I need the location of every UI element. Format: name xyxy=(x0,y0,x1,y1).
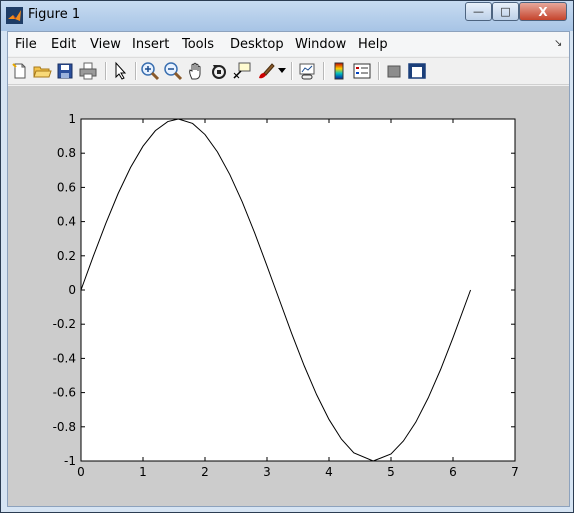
link-plot-icon[interactable] xyxy=(297,61,317,81)
y-tick-label: -0.6 xyxy=(53,386,76,400)
window-title: Figure 1 xyxy=(28,7,81,22)
x-tick-label: 2 xyxy=(201,465,209,479)
menu-desktop[interactable]: Desktop xyxy=(230,37,284,52)
x-tick-label: 0 xyxy=(77,465,85,479)
figure-toolbar xyxy=(8,57,569,85)
menu-help[interactable]: Help xyxy=(358,37,388,52)
menu-edit[interactable]: Edit xyxy=(51,37,76,52)
menu-tools[interactable]: Tools xyxy=(182,37,214,52)
menu-bar: File Edit View Insert Tools Desktop Wind… xyxy=(8,32,569,56)
y-tick-label: -1 xyxy=(64,454,76,468)
zoom-out-icon[interactable] xyxy=(163,61,183,81)
figure-canvas: 0 1 2 3 4 5 6 7 -1 -0.8 -0.6 -0.4 -0.2 0 0.2 0.4 0.6 0.8 1 xyxy=(8,86,569,506)
toolbar-separator xyxy=(323,62,325,80)
sine-plot: 0 1 2 3 4 5 6 7 -1 -0.8 -0.6 -0.4 -0.2 0 0.2 0.4 0.6 0.8 1 xyxy=(53,112,519,479)
show-plot-tools-icon[interactable] xyxy=(407,61,427,81)
insert-colorbar-icon[interactable] xyxy=(329,61,349,81)
dock-figure-icon[interactable]: ↘ xyxy=(554,38,562,49)
x-tick-label: 3 xyxy=(263,465,271,479)
x-tick-label: 4 xyxy=(325,465,333,479)
hide-plot-tools-icon[interactable] xyxy=(384,61,404,81)
maximize-button[interactable]: □ xyxy=(492,2,519,21)
minimize-button[interactable]: — xyxy=(465,2,492,21)
pan-icon[interactable] xyxy=(186,61,206,81)
brush-dropdown-icon[interactable] xyxy=(278,68,286,74)
x-tick-label: 5 xyxy=(387,465,395,479)
title-bar[interactable]: Figure 1 — □ X xyxy=(1,1,573,31)
y-tick-label: 0.8 xyxy=(57,146,76,160)
y-tick-label: 1 xyxy=(68,112,76,126)
x-tick-label: 6 xyxy=(449,465,457,479)
y-tick-label: -0.2 xyxy=(53,317,76,331)
y-tick-label: 0.6 xyxy=(57,180,76,194)
menu-window[interactable]: Window xyxy=(295,37,346,52)
edit-plot-icon[interactable] xyxy=(111,61,131,81)
open-file-icon[interactable] xyxy=(32,61,52,81)
close-button[interactable]: X xyxy=(519,2,567,21)
y-tick-label: -0.8 xyxy=(53,420,76,434)
save-figure-icon[interactable] xyxy=(55,61,75,81)
rotate-3d-icon[interactable] xyxy=(209,61,229,81)
print-figure-icon[interactable] xyxy=(78,61,98,81)
insert-legend-icon[interactable] xyxy=(352,61,372,81)
brush-icon[interactable] xyxy=(256,61,276,81)
y-tick-label: 0 xyxy=(68,283,76,297)
toolbar-separator xyxy=(135,62,137,80)
toolbar-separator xyxy=(378,62,380,80)
zoom-in-icon[interactable] xyxy=(140,61,160,81)
y-tick-label: -0.4 xyxy=(53,351,76,365)
axes-background[interactable] xyxy=(80,118,516,462)
y-tick-label: 0.2 xyxy=(57,249,76,263)
y-tick-label: 0.4 xyxy=(57,215,76,229)
x-tick-label: 7 xyxy=(511,465,519,479)
x-tick-label: 1 xyxy=(139,465,147,479)
menu-insert[interactable]: Insert xyxy=(132,37,169,52)
data-cursor-icon[interactable] xyxy=(232,61,252,81)
menu-view[interactable]: View xyxy=(90,37,121,52)
menu-file[interactable]: File xyxy=(15,37,37,52)
toolbar-separator xyxy=(105,62,107,80)
toolbar-separator xyxy=(291,62,293,80)
new-figure-icon[interactable] xyxy=(10,61,30,81)
figure-window: Figure 1 — □ X File Edit View Insert Too… xyxy=(0,0,574,513)
figure-client-area: File Edit View Insert Tools Desktop Wind… xyxy=(7,31,570,507)
matlab-logo-icon xyxy=(6,7,23,24)
